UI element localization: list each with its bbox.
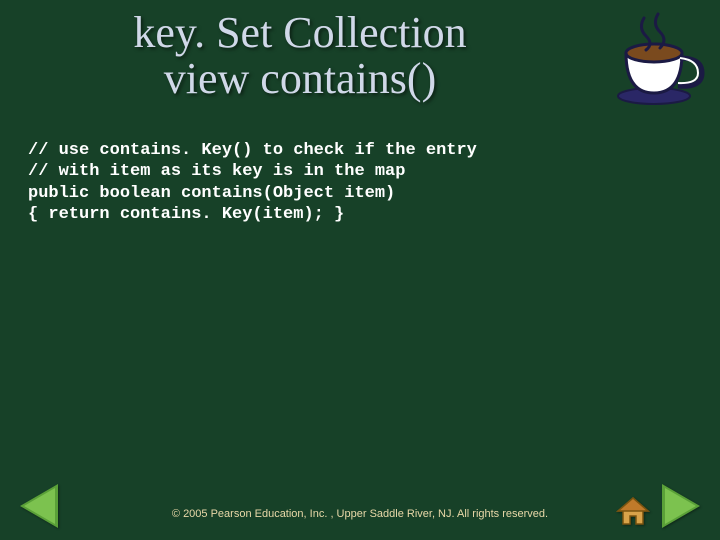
code-line-2: // with item as its key is in the map xyxy=(28,162,405,181)
title-line-1: key. Set Collection xyxy=(133,8,466,57)
code-line-1: // use contains. Key() to check if the e… xyxy=(28,141,477,160)
slide-title: key. Set Collection view contains() xyxy=(0,10,600,102)
home-button[interactable] xyxy=(616,496,650,526)
title-line-2: view contains() xyxy=(164,54,436,103)
code-line-4: { return contains. Key(item); } xyxy=(28,205,344,224)
code-block: // use contains. Key() to check if the e… xyxy=(28,140,692,225)
code-line-3: public boolean contains(Object item) xyxy=(28,184,395,203)
previous-slide-button[interactable] xyxy=(20,484,58,528)
next-slide-button[interactable] xyxy=(662,484,700,528)
copyright-footer: © 2005 Pearson Education, Inc. , Upper S… xyxy=(0,508,720,520)
slide-container: key. Set Collection view contains() // u… xyxy=(0,0,720,540)
coffee-cup-icon xyxy=(606,8,706,108)
